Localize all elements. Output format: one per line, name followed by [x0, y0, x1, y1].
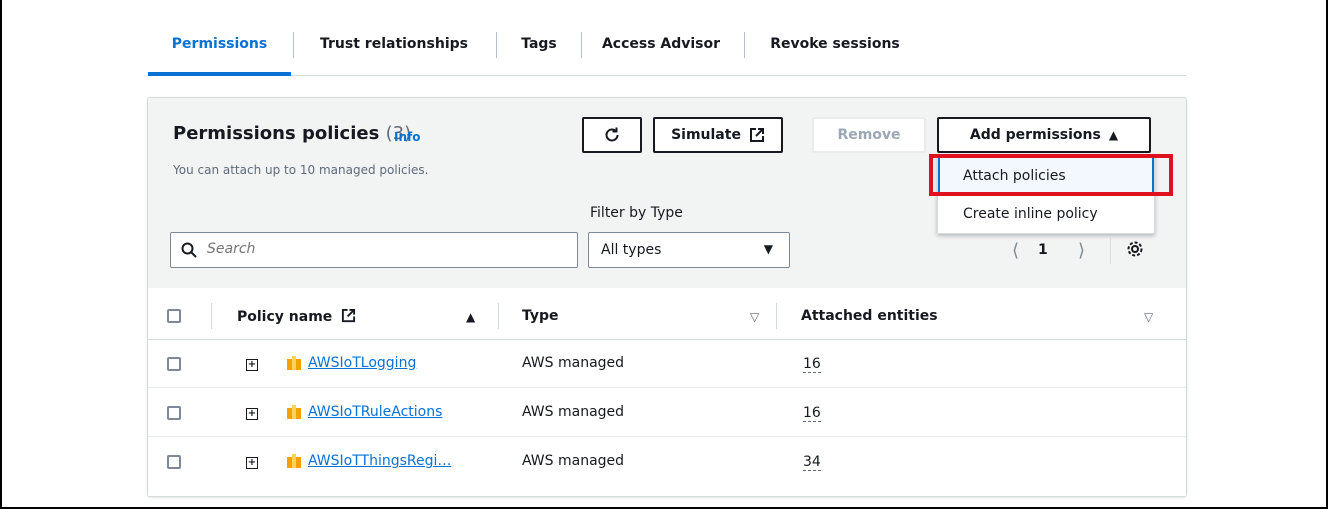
column-header-attached-entities[interactable]: Attached entities — [801, 308, 938, 324]
attached-entities-count[interactable]: 34 — [803, 454, 821, 471]
policy-type: AWS managed — [522, 404, 625, 420]
tab-access-advisor[interactable]: Access Advisor — [582, 18, 740, 70]
policy-package-icon — [287, 356, 301, 370]
row-checkbox[interactable] — [167, 406, 181, 420]
sort-ascending-icon[interactable]: ▲ — [466, 310, 475, 324]
column-policy-name-label: Policy name — [237, 309, 333, 325]
panel-subtitle: You can attach up to 10 managed policies… — [173, 163, 429, 177]
attached-entities-count[interactable]: 16 — [803, 356, 821, 373]
policy-link[interactable]: AWSIoTThingsRegi… — [308, 453, 451, 469]
external-link-icon — [749, 128, 764, 142]
policy-link[interactable]: AWSIoTLogging — [308, 355, 416, 371]
table-row — [148, 389, 1186, 437]
row-checkbox[interactable] — [167, 455, 181, 469]
simulate-label: Simulate — [671, 127, 741, 143]
simulate-button[interactable]: Simulate — [653, 117, 783, 153]
type-filter-select[interactable]: All types ▼ — [588, 232, 790, 268]
remove-label: Remove — [837, 127, 901, 143]
expand-row-icon[interactable]: + — [246, 359, 258, 371]
tab-bar: Permissions Trust relationships Tags Acc… — [148, 18, 1186, 76]
column-header-type[interactable]: Type — [522, 308, 559, 324]
remove-button[interactable]: Remove — [812, 117, 926, 153]
sort-icon[interactable]: ▽ — [750, 310, 759, 324]
policy-package-icon — [287, 454, 301, 468]
pager-divider — [1110, 238, 1111, 264]
policy-package-icon — [287, 405, 301, 419]
type-filter-value: All types — [601, 242, 662, 258]
search-icon — [181, 242, 197, 258]
filter-by-type-label: Filter by Type — [590, 205, 683, 221]
info-link[interactable]: Info — [394, 130, 420, 144]
settings-gear-icon[interactable] — [1126, 240, 1144, 263]
table-row — [148, 438, 1186, 496]
refresh-icon — [605, 127, 619, 142]
row-checkbox[interactable] — [167, 357, 181, 371]
tab-permissions[interactable]: Permissions — [148, 18, 291, 70]
panel-title: Permissions policies (3) — [173, 123, 411, 144]
column-divider — [776, 303, 777, 329]
external-link-icon — [342, 308, 356, 323]
column-divider — [498, 303, 499, 329]
search-input[interactable] — [205, 240, 565, 258]
sort-icon[interactable]: ▽ — [1144, 310, 1153, 324]
policy-type: AWS managed — [522, 453, 625, 469]
tab-revoke-sessions[interactable]: Revoke sessions — [745, 18, 925, 70]
panel-title-text: Permissions policies — [173, 123, 380, 144]
select-all-checkbox[interactable] — [167, 309, 181, 323]
refresh-button[interactable] — [582, 117, 642, 153]
add-permissions-label: Add permissions — [969, 127, 1101, 143]
caret-down-icon: ▼ — [763, 242, 773, 256]
next-page-icon[interactable]: ⟩ — [1078, 240, 1085, 261]
expand-row-icon[interactable]: + — [246, 408, 258, 420]
policy-link[interactable]: AWSIoTRuleActions — [308, 404, 442, 420]
caret-up-icon: ▲ — [1108, 128, 1119, 142]
add-permissions-button[interactable]: Add permissions ▲ — [937, 117, 1151, 153]
policy-type: AWS managed — [522, 355, 625, 371]
annotation-highlight — [929, 154, 1173, 196]
table-row — [148, 340, 1186, 388]
tab-tags[interactable]: Tags — [497, 18, 581, 70]
column-divider — [211, 303, 212, 329]
menu-item-create-inline-policy[interactable]: Create inline policy — [938, 195, 1154, 233]
attached-entities-count[interactable]: 16 — [803, 405, 821, 422]
current-page[interactable]: 1 — [1038, 242, 1048, 258]
column-header-policy-name[interactable]: Policy name — [237, 308, 356, 325]
expand-row-icon[interactable]: + — [246, 457, 258, 469]
search-field[interactable] — [170, 232, 578, 268]
tab-trust-relationships[interactable]: Trust relationships — [294, 18, 494, 70]
prev-page-icon[interactable]: ⟨ — [1012, 240, 1019, 261]
gear-icon — [1127, 241, 1143, 257]
active-tab-indicator — [148, 72, 291, 76]
